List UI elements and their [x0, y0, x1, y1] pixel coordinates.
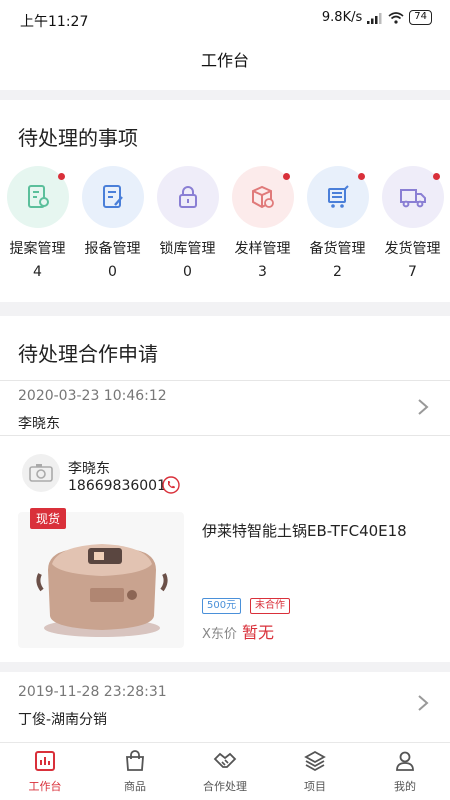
pending-count: 2: [333, 264, 342, 280]
notification-dot: [357, 173, 365, 180]
status-time: 上午11:27: [20, 14, 89, 30]
rice-cooker-image: [36, 544, 168, 637]
tab-label: 项目: [304, 780, 326, 793]
cooperation-title: 待处理合作申请: [18, 342, 158, 366]
cooperation-section: 待处理合作申请 2020-03-23 10:46:12 李晓东 李晓东 1866…: [0, 316, 450, 742]
tab-mine[interactable]: 我的: [360, 743, 450, 800]
sample-box-icon: [251, 185, 274, 209]
pending-label: 报备管理: [84, 241, 141, 257]
pending-item-shipping[interactable]: 发货管理 7: [375, 166, 450, 280]
notification-dot: [432, 173, 440, 180]
product-image[interactable]: [18, 512, 184, 648]
avatar: [22, 454, 60, 492]
request-date: 2020-03-23 10:46:12: [18, 388, 167, 404]
pending-item-sample[interactable]: 发样管理 3: [225, 166, 300, 280]
report-icon-wrap: [81, 166, 144, 228]
price-label: X东价: [202, 627, 237, 642]
divider: [0, 435, 450, 436]
status-badge: 未合作: [250, 598, 290, 614]
tab-cooperation[interactable]: 合作处理: [180, 743, 270, 800]
top-header: 工作台: [0, 38, 450, 90]
dashboard-icon: [35, 751, 55, 771]
chevron-right-icon: [418, 399, 429, 415]
phone-call-icon[interactable]: [162, 476, 180, 494]
layers-icon: [304, 750, 326, 772]
tab-projects[interactable]: 项目: [270, 743, 360, 800]
price-tag: 500元: [202, 598, 242, 614]
user-icon: [396, 751, 414, 771]
truck-icon: [399, 189, 426, 208]
lock-icon-wrap: [156, 166, 219, 228]
pending-count: 7: [408, 264, 417, 280]
tab-label: 工作台: [28, 780, 62, 793]
request-name: 丁俊-湖南分销: [18, 712, 108, 728]
pending-item-report[interactable]: 报备管理 0: [75, 166, 150, 280]
stock-icon-wrap: [306, 166, 369, 228]
battery-icon: 74: [409, 10, 432, 25]
tab-label: 我的: [394, 780, 416, 793]
pending-count: 0: [108, 264, 117, 280]
sample-icon-wrap: [231, 166, 294, 228]
request-name: 李晓东: [18, 416, 60, 432]
page-title: 工作台: [200, 51, 249, 70]
request-row[interactable]: 2020-03-23 10:46:12 李晓东: [0, 376, 450, 442]
price-value: 暂无: [242, 623, 275, 642]
stock-cart-icon: [327, 185, 349, 208]
status-bar: 上午11:27 9.8K/s 74: [0, 0, 450, 38]
network-speed: 9.8K/s: [321, 10, 363, 25]
proposal-icon-wrap: [6, 166, 69, 228]
notification-dot: [282, 173, 290, 180]
request-date: 2019-11-28 23:28:31: [18, 684, 167, 700]
pending-item-lock[interactable]: 锁库管理 0: [150, 166, 225, 280]
signal-icon: [367, 12, 382, 24]
pending-label: 锁库管理: [159, 241, 216, 257]
pending-item-stock[interactable]: 备货管理 2: [300, 166, 375, 280]
tab-products[interactable]: 商品: [90, 743, 180, 800]
tab-dashboard[interactable]: 工作台: [0, 743, 90, 800]
shopping-bag-icon: [126, 750, 144, 771]
pending-label: 提案管理: [9, 241, 66, 257]
chevron-right-icon: [418, 695, 429, 711]
tab-label: 合作处理: [203, 780, 247, 793]
shipping-icon-wrap: [381, 166, 444, 228]
pending-count: 3: [258, 264, 267, 280]
wifi-icon: [388, 11, 404, 24]
notification-dot: [57, 173, 65, 180]
contact-phone: 18669836001: [68, 478, 166, 494]
lock-icon: [178, 186, 197, 208]
request-row[interactable]: 2019-11-28 23:28:31 丁俊-湖南分销: [0, 672, 450, 738]
pending-item-proposal[interactable]: 提案管理 4: [0, 166, 75, 280]
pending-title: 待处理的事项: [18, 126, 138, 150]
camera-placeholder-icon: [29, 464, 53, 482]
pending-label: 发样管理: [234, 241, 291, 257]
status-icons: 9.8K/s 74: [322, 10, 432, 25]
pending-section: 待处理的事项 提案管理 4 报备管理 0 锁库管理 0 发样管理 3 备货管理 …: [0, 100, 450, 302]
product-name[interactable]: 伊莱特智能土锅EB-TFC40E18: [202, 520, 407, 541]
report-icon: [102, 185, 123, 208]
bottom-tab-bar: 工作台 商品 合作处理 项目 我的: [0, 742, 450, 800]
pending-grid: 提案管理 4 报备管理 0 锁库管理 0 发样管理 3 备货管理 2 发货管理 …: [0, 166, 450, 280]
pending-label: 备货管理: [309, 241, 366, 257]
pending-count: 4: [33, 264, 42, 280]
proposal-icon: [27, 185, 49, 208]
in-stock-badge: 现货: [30, 508, 67, 529]
handshake-icon: [213, 752, 237, 768]
contact-name: 李晓东: [68, 461, 110, 477]
pending-label: 发货管理: [384, 241, 441, 257]
section-gap: [0, 662, 450, 672]
tab-label: 商品: [124, 780, 146, 793]
pending-count: 0: [183, 264, 192, 280]
